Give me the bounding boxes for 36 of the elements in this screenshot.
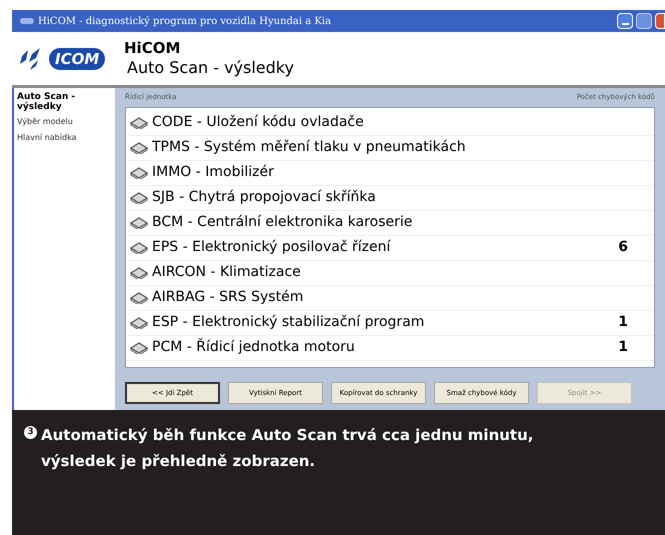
app-icon [20, 18, 34, 24]
error-count: 6 [618, 238, 628, 258]
module-icon [130, 316, 148, 329]
page-title: Auto Scan - výsledky [126, 56, 294, 78]
sidebar-item[interactable]: Hlavní nabídka [14, 130, 115, 146]
window-title: HiCOM - diagnostický program pro vozidla Hyundai a Kia [38, 14, 332, 28]
unit-name: CODE - Uložení kódu ovladače [152, 113, 364, 132]
unit-name: BCM - Centrální elektronika karoserie [152, 213, 412, 232]
unit-name: TPMS - Systém měření tlaku v pneumatikách [152, 138, 466, 158]
module-icon [130, 192, 148, 204]
module-icon [130, 292, 148, 304]
app-title: HiCOM [124, 38, 182, 56]
error-count: 1 [618, 313, 628, 332]
module-icon [130, 116, 148, 129]
module-icon [130, 242, 148, 254]
module-icon [130, 142, 148, 154]
unit-name: PCM - Řídicí jednotka motoru [152, 337, 355, 358]
module-icon [130, 342, 148, 354]
error-count: 1 [618, 338, 628, 358]
sidebar-item[interactable]: Výběr modelu [14, 114, 115, 130]
unit-name: AIRCON - Klimatizace [152, 263, 301, 282]
close-button[interactable] [655, 13, 665, 29]
unit-name: AIRBAG - SRS Systém [152, 288, 304, 308]
logo-text: ICOM [49, 48, 106, 70]
number-badge: 3 [24, 426, 37, 439]
minimize-button[interactable] [617, 13, 633, 29]
module-icon [130, 266, 148, 279]
module-icon [130, 166, 148, 179]
unit-name: SJB - Chytrá propojovací skříňka [152, 188, 376, 208]
sidebar-item[interactable]: Auto Scan - výsledky [14, 90, 115, 114]
caption-text: Automatický běh funkce Auto Scan trvá cca jednu minutu, výsledek je přehledně zobrazen. [41, 425, 534, 472]
module-icon [130, 216, 148, 229]
unit-name: EPS - Elektronický posilovač řízení [152, 238, 390, 258]
maximize-button[interactable] [636, 13, 652, 29]
unit-name: IMMO - Imobilizér [152, 163, 274, 182]
unit-name: ESP - Elektronický stabilizační program [152, 313, 424, 332]
